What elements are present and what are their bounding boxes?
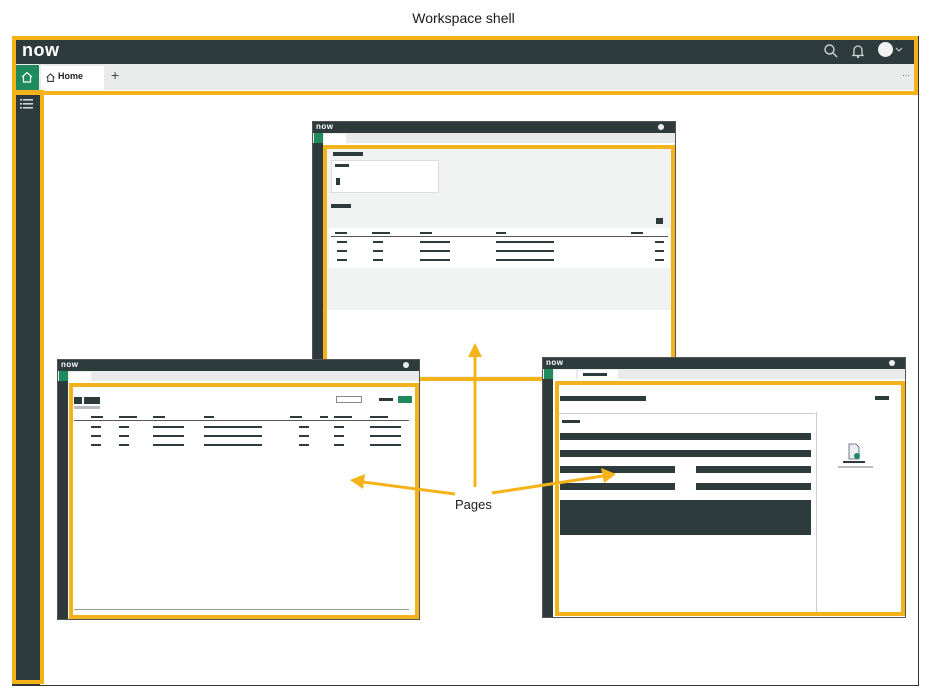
- pages-label: Pages: [455, 497, 492, 512]
- pages-arrows: [350, 343, 616, 496]
